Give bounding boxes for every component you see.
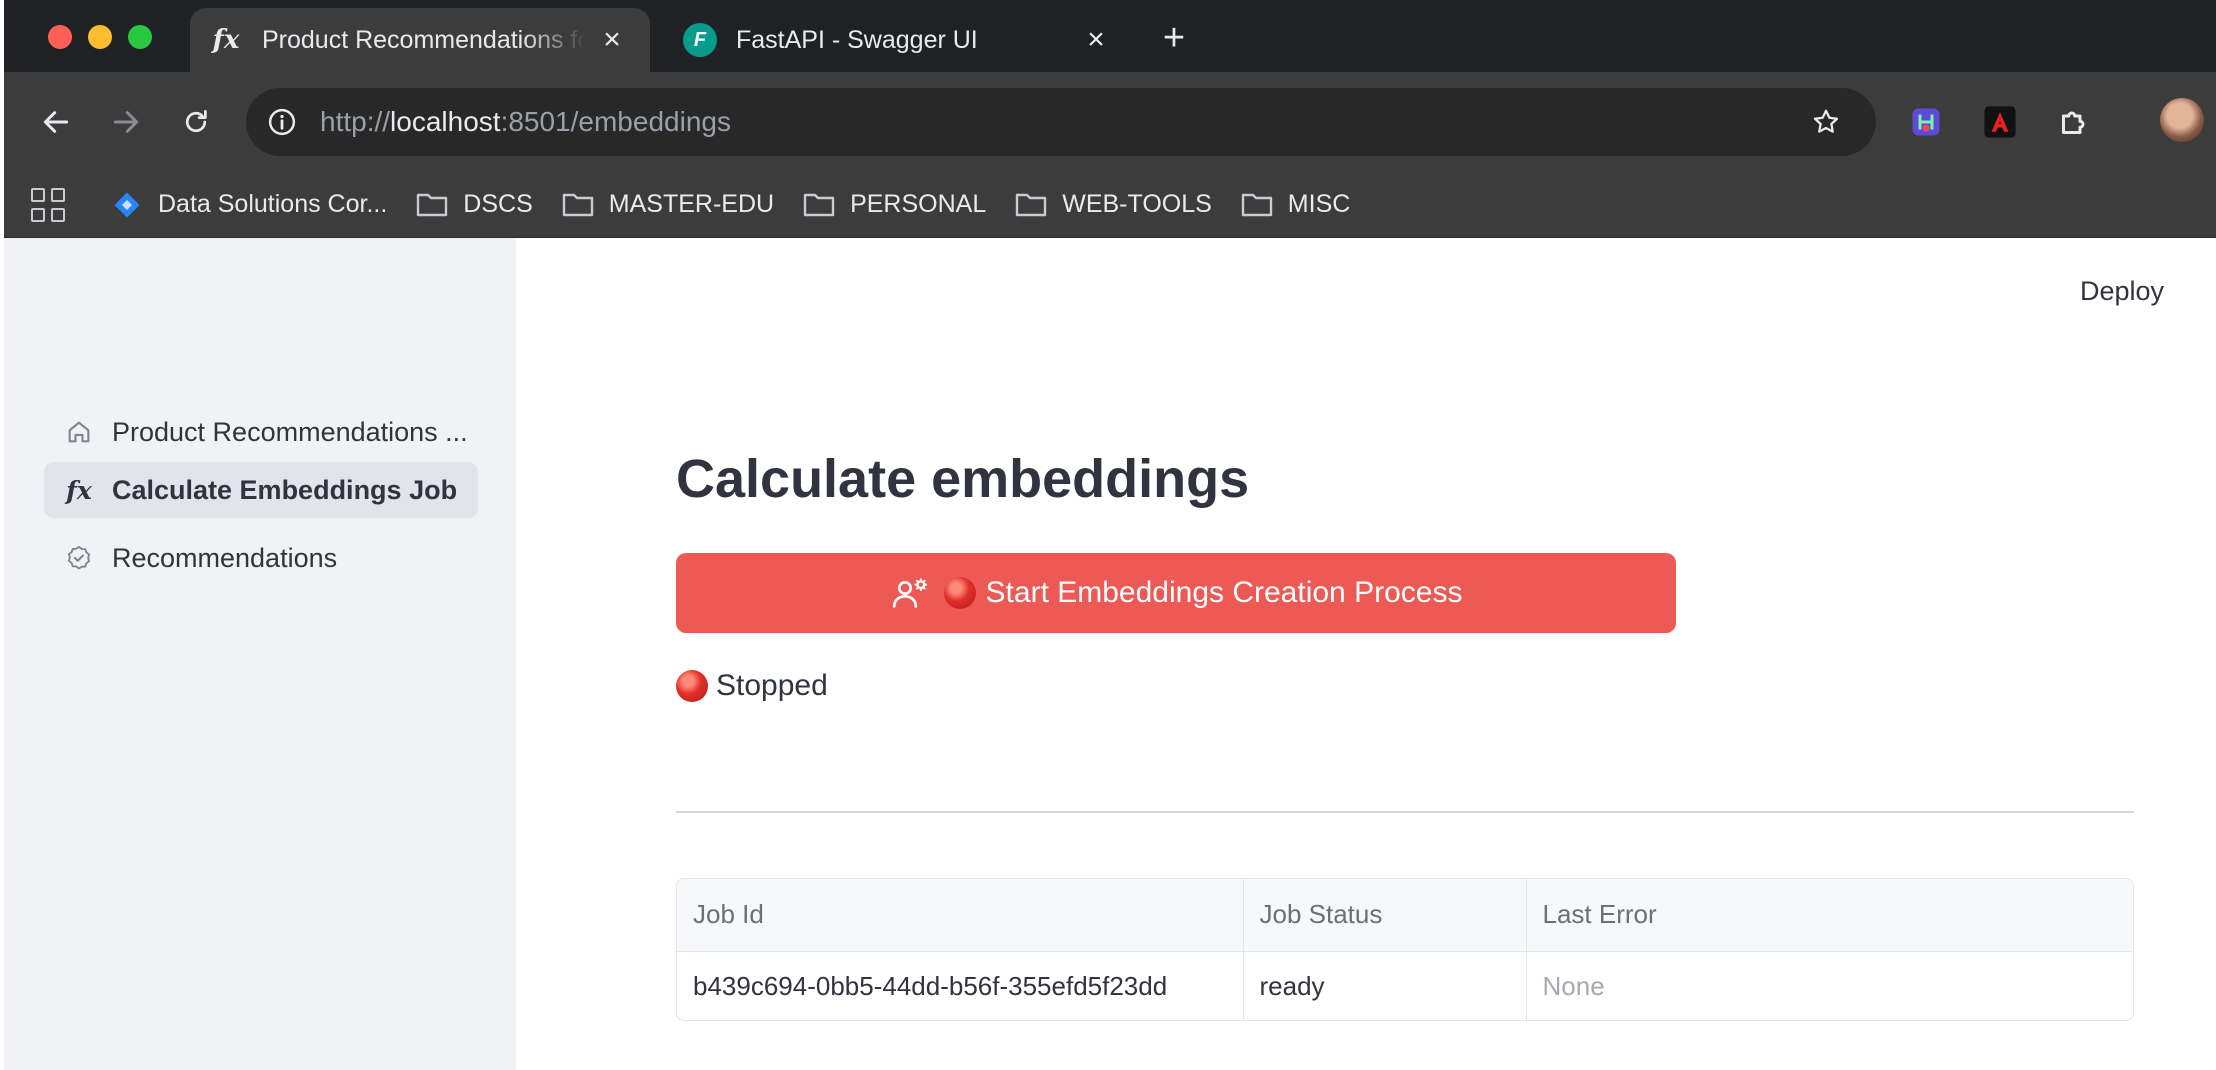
sidebar-item-recommendations[interactable]: Recommendations bbox=[44, 530, 478, 586]
start-embeddings-button[interactable]: Start Embeddings Creation Process bbox=[676, 553, 1676, 633]
bookmark-label: PERSONAL bbox=[850, 190, 987, 218]
bookmark-label: MASTER-EDU bbox=[608, 190, 775, 218]
jira-icon bbox=[110, 191, 144, 219]
browser-toolbar: http://localhost:8501/embeddings bbox=[4, 72, 2216, 172]
bookmark-label: MISC bbox=[1287, 190, 1351, 218]
cell-job-status[interactable]: ready bbox=[1243, 951, 1527, 1020]
tab-fastapi-swagger[interactable]: F FastAPI - Swagger UI × bbox=[664, 8, 1134, 72]
cell-job-id[interactable]: b439c694-0bb5-44dd-b56f-355efd5f23dd bbox=[677, 951, 1244, 1020]
apps-grid-icon[interactable] bbox=[28, 185, 68, 225]
fastapi-icon: F bbox=[682, 22, 718, 58]
red-circle-icon bbox=[676, 670, 708, 702]
column-header-job-status[interactable]: Job Status bbox=[1243, 879, 1527, 952]
bookmark-data-solutions[interactable]: Data Solutions Cor... bbox=[110, 190, 387, 219]
divider bbox=[676, 811, 2134, 813]
profile-avatar[interactable] bbox=[2160, 98, 2204, 142]
bookmark-label: Data Solutions Cor... bbox=[158, 190, 388, 218]
adobe-acrobat-icon[interactable] bbox=[1978, 100, 2022, 144]
folder-icon bbox=[561, 191, 595, 219]
close-tab-icon[interactable]: × bbox=[596, 23, 628, 56]
window-maximize-button[interactable] bbox=[128, 25, 152, 49]
tab-title: FastAPI - Swagger UI bbox=[736, 25, 978, 54]
url-host: localhost bbox=[390, 106, 501, 137]
browser-chrome: fx Product Recommendations fo × F FastAP… bbox=[4, 0, 2216, 238]
window-close-button[interactable] bbox=[48, 25, 72, 49]
forward-button[interactable] bbox=[100, 96, 152, 148]
sidebar-item-product-recommendations[interactable]: Product Recommendations ... bbox=[44, 404, 478, 460]
folder-icon bbox=[415, 191, 449, 219]
start-button-label: Start Embeddings Creation Process bbox=[985, 576, 1463, 609]
reload-button[interactable] bbox=[170, 96, 222, 148]
arrow-right-icon bbox=[113, 111, 139, 133]
bookmark-folder-personal[interactable]: PERSONAL bbox=[802, 190, 986, 219]
url-scheme: http:// bbox=[320, 106, 391, 137]
bookmark-star-icon[interactable] bbox=[1806, 102, 1846, 142]
bookmark-label: WEB-TOOLS bbox=[1062, 190, 1212, 218]
sidebar-item-calculate-embeddings[interactable]: fx Calculate Embeddings Job bbox=[44, 462, 478, 518]
bookmark-folder-master-edu[interactable]: MASTER-EDU bbox=[561, 190, 774, 219]
status-text: Stopped bbox=[716, 669, 828, 702]
folder-icon bbox=[1240, 191, 1274, 219]
tab-title: Product Recommendations fo bbox=[262, 25, 586, 54]
extensions-puzzle-icon[interactable] bbox=[2052, 100, 2096, 144]
folder-icon bbox=[1014, 191, 1048, 219]
deploy-button[interactable]: Deploy bbox=[2080, 276, 2164, 307]
window-minimize-button[interactable] bbox=[88, 25, 112, 49]
fx-icon: fx bbox=[212, 25, 240, 55]
job-status-indicator: Stopped bbox=[676, 669, 828, 703]
sidebar-item-label: Product Recommendations ... bbox=[112, 416, 468, 447]
page-title: Calculate embeddings bbox=[676, 449, 1250, 509]
cell-last-error[interactable]: None bbox=[1526, 951, 2133, 1020]
reload-icon bbox=[185, 110, 207, 133]
url-text: http://localhost:8501/embeddings bbox=[320, 106, 731, 138]
badge-icon bbox=[62, 541, 96, 575]
bookmark-folder-web-tools[interactable]: WEB-TOOLS bbox=[1014, 190, 1212, 219]
bookmark-folder-dscs[interactable]: DSCS bbox=[415, 190, 533, 219]
back-button[interactable] bbox=[30, 96, 82, 148]
url-path: :8501/embeddings bbox=[500, 106, 731, 137]
jobs-table[interactable]: Job Id Job Status Last Error b439c694-0b… bbox=[676, 878, 2134, 1021]
folder-icon bbox=[802, 191, 836, 219]
bookmark-folder-misc[interactable]: MISC bbox=[1240, 190, 1351, 219]
arrow-left-icon bbox=[43, 111, 69, 133]
bookmark-label: DSCS bbox=[463, 190, 533, 218]
address-bar[interactable]: http://localhost:8501/embeddings bbox=[246, 88, 1876, 156]
new-tab-button[interactable]: + bbox=[1154, 17, 1194, 59]
bookmarks-bar: Data Solutions Cor... DSCS MASTER-EDU PE… bbox=[4, 172, 2216, 238]
column-header-job-id[interactable]: Job Id bbox=[677, 879, 1244, 952]
tab-strip: fx Product Recommendations fo × F FastAP… bbox=[4, 0, 2216, 72]
sidebar: Product Recommendations ... fx Calculate… bbox=[4, 238, 516, 1070]
sidebar-item-label: Calculate Embeddings Job bbox=[112, 474, 458, 505]
close-tab-icon[interactable]: × bbox=[1080, 23, 1112, 56]
red-circle-icon bbox=[943, 577, 976, 609]
worker-gear-icon bbox=[890, 573, 930, 613]
tab-product-recommendations[interactable]: fx Product Recommendations fo × bbox=[190, 8, 650, 72]
extension-icon[interactable] bbox=[1904, 100, 1948, 144]
sidebar-item-label: Recommendations bbox=[112, 542, 338, 573]
table-row: b439c694-0bb5-44dd-b56f-355efd5f23dd rea… bbox=[677, 951, 2133, 1020]
table-header-row: Job Id Job Status Last Error bbox=[677, 879, 2133, 952]
column-header-last-error[interactable]: Last Error bbox=[1526, 879, 2133, 952]
fx-icon: fx bbox=[66, 475, 92, 505]
home-icon bbox=[62, 415, 96, 449]
site-info-icon[interactable] bbox=[262, 102, 302, 142]
